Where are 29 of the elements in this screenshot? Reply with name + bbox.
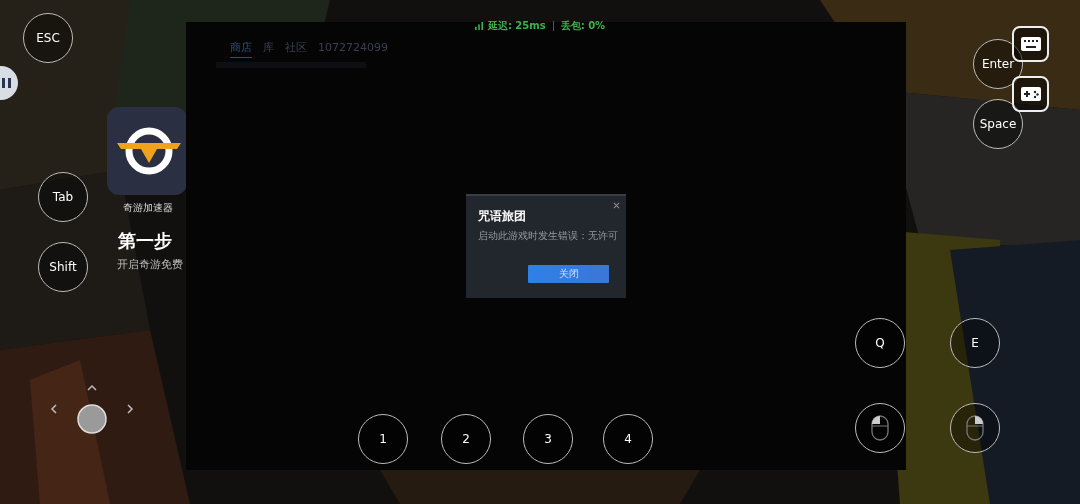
signal-icon bbox=[474, 22, 483, 30]
app-logo-icon bbox=[107, 107, 187, 195]
mouse-icon bbox=[870, 414, 890, 442]
key-button[interactable]: 2 bbox=[441, 414, 491, 464]
right-click-button[interactable] bbox=[950, 403, 1000, 453]
key-button[interactable]: 4 bbox=[603, 414, 653, 464]
key-button[interactable]: Shift bbox=[38, 242, 88, 292]
key-button[interactable]: E bbox=[950, 318, 1000, 368]
step-heading: 第一步 bbox=[118, 229, 173, 253]
packet-loss-text: 丢包: 0% bbox=[560, 19, 606, 33]
key-button[interactable]: Tab bbox=[38, 172, 88, 222]
key-button[interactable]: ESC bbox=[23, 13, 73, 63]
joystick[interactable] bbox=[50, 384, 134, 434]
gamepad-button[interactable] bbox=[1012, 76, 1049, 112]
keyboard-icon bbox=[1019, 36, 1042, 52]
dialog-title: 咒语旅团 bbox=[478, 208, 527, 225]
app-name: 奇游加速器 bbox=[122, 201, 174, 215]
key-button[interactable]: Q bbox=[855, 318, 905, 368]
key-button[interactable]: Space bbox=[973, 99, 1023, 149]
mouse-icon bbox=[965, 414, 985, 442]
key-button[interactable]: Enter bbox=[973, 39, 1023, 89]
gamepad-icon bbox=[1019, 86, 1042, 102]
latency-text: 延迟: 25ms bbox=[487, 19, 546, 33]
left-click-button[interactable] bbox=[855, 403, 905, 453]
key-button[interactable]: 3 bbox=[523, 414, 573, 464]
key-button[interactable]: 1 bbox=[358, 414, 408, 464]
close-icon[interactable] bbox=[613, 202, 620, 209]
step-text: 开启奇游免费 bbox=[117, 257, 184, 272]
dialog-message: 启动此游戏时发生错误：无许可 bbox=[478, 229, 618, 243]
